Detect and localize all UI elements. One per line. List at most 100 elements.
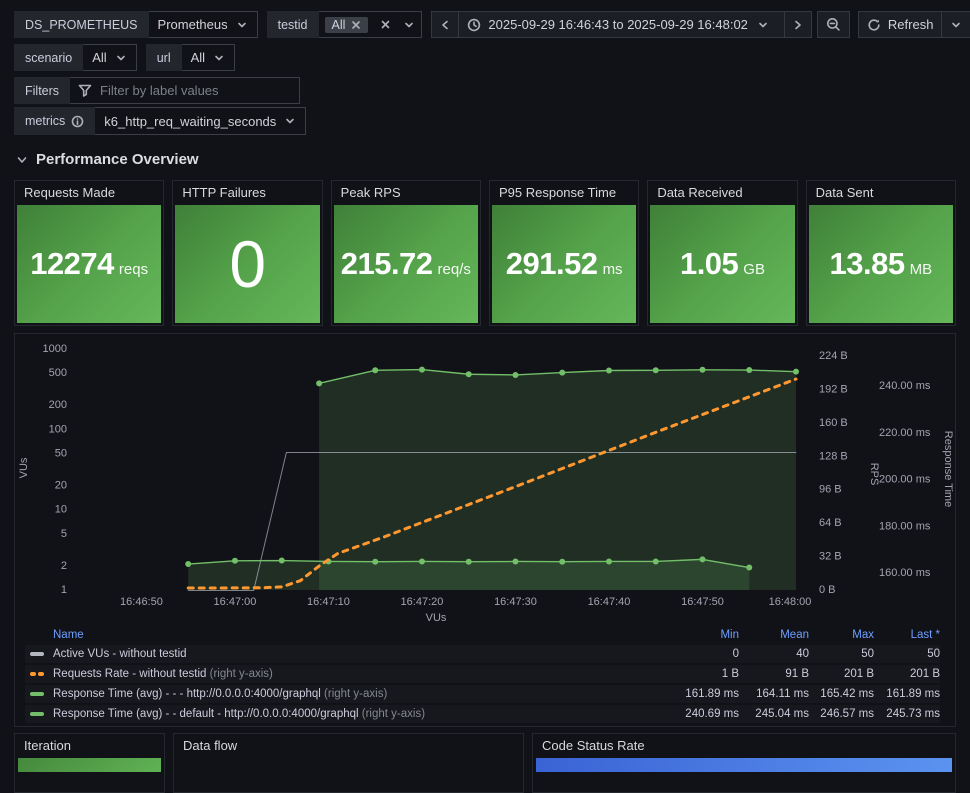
funnel-icon: [78, 84, 92, 97]
svg-text:16:47:30: 16:47:30: [494, 596, 537, 608]
panel-title[interactable]: Iteration: [15, 734, 164, 757]
legend-max: 201 B: [843, 668, 874, 680]
stat-body: 1.05 GB: [650, 205, 795, 323]
chevron-down-icon: [115, 52, 127, 64]
clear-all-icon[interactable]: [380, 19, 391, 30]
metrics-dropdown[interactable]: k6_http_req_waiting_seconds: [95, 107, 307, 135]
legend-col-mean[interactable]: Mean: [739, 629, 809, 641]
metrics-variable: metrics k6_http_req_waiting_seconds: [14, 107, 307, 135]
legend-table: Name Min Mean Max Last * Active VUs - wi…: [15, 626, 955, 725]
svg-text:32 B: 32 B: [819, 551, 842, 563]
panel-title[interactable]: P95 Response Time: [490, 181, 638, 204]
legend-mean: 164.11 ms: [756, 688, 809, 700]
legend-col-name[interactable]: Name: [53, 629, 619, 641]
series-name[interactable]: Response Time (avg) - - default - http:/…: [53, 708, 619, 720]
iteration-panel: Iteration: [14, 733, 165, 793]
legend-row-active-vus[interactable]: Active VUs - without testid 0 40 50 50: [25, 645, 940, 663]
refresh-button[interactable]: Refresh: [857, 11, 943, 38]
panel-title[interactable]: Peak RPS: [332, 181, 480, 204]
series-name[interactable]: Active VUs - without testid: [53, 648, 619, 660]
chevron-right-icon: [793, 19, 803, 31]
data-flow-panel: Data flow: [173, 733, 524, 793]
timeseries-chart[interactable]: 1000 500 200 100 50 20 10 5 2 1 VUs 224 B 192 B 160 B…: [15, 334, 957, 626]
stat-panel-data-received: Data Received 1.05 GB: [647, 180, 798, 326]
legend-row-response-time-default[interactable]: Response Time (avg) - - default - http:/…: [25, 705, 940, 723]
svg-text:100: 100: [49, 423, 67, 435]
filters-label: Filters: [14, 77, 71, 104]
stat-body: 13.85 MB: [808, 205, 953, 323]
legend-min: 161.89 ms: [685, 688, 739, 700]
scenario-value: All: [92, 50, 107, 65]
svg-text:16:48:00: 16:48:00: [769, 596, 812, 608]
series-name[interactable]: Response Time (avg) - - - http://0.0.0.0…: [53, 688, 619, 700]
zoom-out-button[interactable]: [816, 11, 850, 38]
stat-unit: reqs: [118, 261, 149, 278]
adhoc-filters: Filters: [14, 77, 301, 104]
panel-title[interactable]: Data Sent: [807, 181, 955, 204]
time-shift-forward-button[interactable]: [784, 11, 812, 38]
section-title: Performance Overview: [36, 151, 199, 168]
svg-text:16:47:40: 16:47:40: [588, 596, 631, 608]
legend-col-last[interactable]: Last *: [874, 629, 940, 641]
chevron-down-icon[interactable]: [403, 19, 415, 31]
panel-title[interactable]: Data flow: [174, 734, 523, 757]
svg-text:1000: 1000: [43, 343, 67, 355]
refresh-label: Refresh: [887, 17, 934, 32]
legend-col-min[interactable]: Min: [619, 629, 739, 641]
chevron-down-icon: [16, 154, 28, 166]
time-range-picker[interactable]: 2025-09-29 16:46:43 to 2025-09-29 16:48:…: [459, 11, 785, 38]
close-icon[interactable]: [351, 20, 361, 30]
stat-unit: req/s: [437, 261, 471, 278]
stat-body: 12274 reqs: [17, 205, 162, 323]
series-name[interactable]: Requests Rate - without testid (right y-…: [53, 668, 619, 680]
stat-panel-data-sent: Data Sent 13.85 MB: [805, 180, 956, 326]
stat-unit: ms: [602, 261, 623, 278]
legend-last: 161.89 ms: [886, 688, 940, 700]
legend-mean: 91 B: [785, 668, 809, 680]
filter-input[interactable]: [100, 83, 292, 98]
stat-panels-row: Requests Made 12274 reqs HTTP Failures 0 …: [14, 180, 956, 326]
stat-value: 13.85: [829, 246, 906, 281]
panel-title[interactable]: Code Status Rate: [533, 734, 955, 757]
svg-text:0 B: 0 B: [819, 584, 836, 596]
testid-multiselect[interactable]: All: [318, 11, 423, 38]
datasource-value: Prometheus: [157, 17, 228, 32]
datasource-dropdown[interactable]: Prometheus: [148, 11, 258, 38]
legend-row-response-time-http[interactable]: Response Time (avg) - - - http://0.0.0.0…: [25, 685, 940, 703]
legend-col-max[interactable]: Max: [809, 629, 874, 641]
panel-title[interactable]: HTTP Failures: [173, 181, 321, 204]
timeseries-panel: 1000 500 200 100 50 20 10 5 2 1 VUs 224 B 192 B 160 B…: [14, 333, 956, 727]
stat-body: 0: [175, 205, 320, 323]
svg-text:200: 200: [49, 399, 67, 411]
section-performance-overview[interactable]: Performance Overview: [16, 151, 199, 168]
testid-chip[interactable]: All: [324, 16, 369, 33]
datasource-variable: DS_PROMETHEUS Prometheus: [14, 11, 258, 38]
svg-text:160 B: 160 B: [819, 417, 848, 429]
legend-last: 201 B: [909, 668, 940, 680]
scenario-dropdown[interactable]: All: [83, 44, 137, 71]
refresh-interval-dropdown[interactable]: [942, 11, 970, 38]
time-shift-back-button[interactable]: [431, 11, 460, 38]
stat-value: 1.05: [679, 246, 739, 281]
series-swatch-orange-dashed: [30, 672, 44, 676]
svg-text:50: 50: [55, 448, 67, 460]
svg-text:500: 500: [49, 367, 67, 379]
svg-text:1: 1: [61, 584, 67, 596]
info-icon[interactable]: [71, 115, 84, 128]
chevron-down-icon: [213, 52, 225, 64]
legend-min: 1 B: [721, 668, 739, 680]
stat-panel-p95-response-time: P95 Response Time 291.52 ms: [488, 180, 640, 326]
metrics-row: metrics k6_http_req_waiting_seconds: [14, 107, 956, 135]
chevron-down-icon: [236, 19, 248, 31]
url-dropdown[interactable]: All: [181, 44, 236, 71]
svg-text:Response Time: Response Time: [942, 431, 954, 507]
svg-text:16:47:10: 16:47:10: [307, 596, 350, 608]
stat-value: 291.52: [505, 246, 598, 281]
chevron-left-icon: [440, 19, 450, 31]
legend-row-requests-rate[interactable]: Requests Rate - without testid (right y-…: [25, 665, 940, 683]
chevron-down-icon: [284, 115, 296, 127]
svg-text:128 B: 128 B: [819, 450, 848, 462]
panel-title[interactable]: Requests Made: [15, 181, 163, 204]
panel-title[interactable]: Data Received: [648, 181, 796, 204]
svg-text:192 B: 192 B: [819, 383, 848, 395]
